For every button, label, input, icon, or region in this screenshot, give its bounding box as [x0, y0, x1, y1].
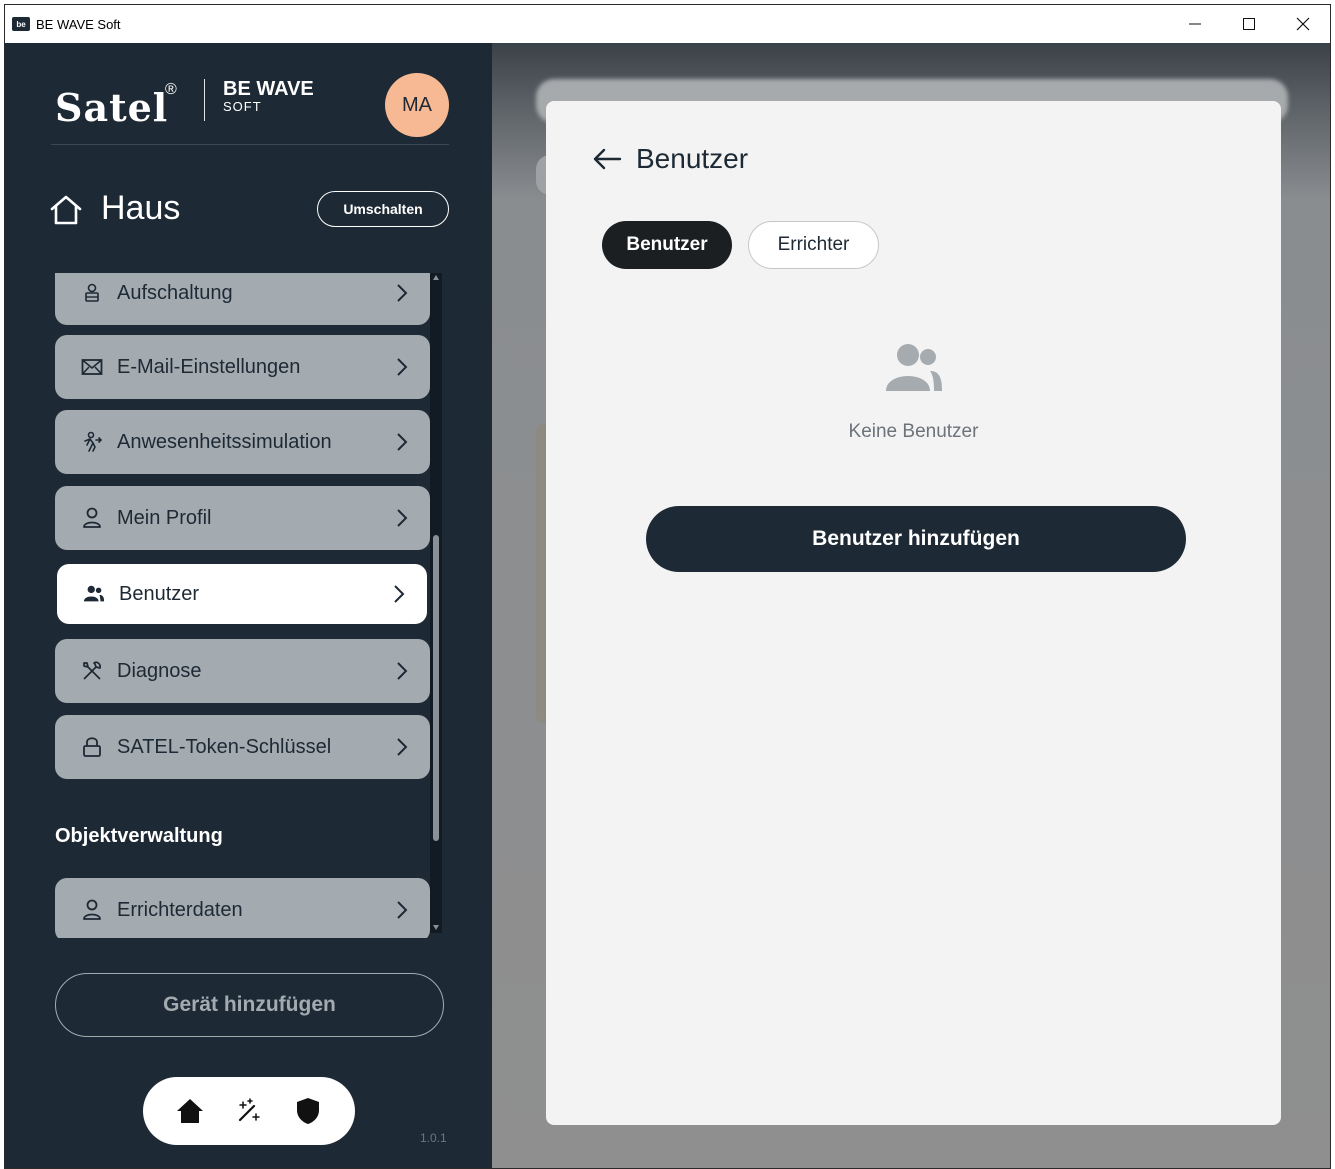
home-title: Haus — [101, 189, 181, 227]
window-title: BE WAVE Soft — [36, 16, 121, 32]
tabs: Benutzer Errichter — [602, 221, 879, 269]
home-icon — [177, 1099, 204, 1123]
menu-item-label: E-Mail-Einstellungen — [117, 355, 301, 378]
menu-item-benutzer[interactable]: Benutzer — [57, 564, 427, 624]
menu-item-label: Mein Profil — [117, 506, 212, 529]
satel-logo: Satel — [55, 85, 169, 130]
shield-icon — [296, 1098, 319, 1124]
menu-item-label: Diagnose — [117, 659, 202, 682]
menu-item-label: Anwesenheitssimulation — [117, 430, 332, 453]
mail-icon — [81, 356, 103, 378]
panel-title: Benutzer — [636, 143, 749, 174]
nav-scenes-button[interactable] — [232, 1094, 266, 1128]
panel-header: Benutzer — [590, 141, 748, 177]
tab-errichter[interactable]: Errichter — [748, 221, 879, 269]
scroll-up-arrow[interactable] — [433, 275, 439, 280]
nav-home-button[interactable] — [173, 1094, 207, 1128]
product-name: BE WAVE — [223, 78, 314, 100]
title-bar: be BE WAVE Soft — [5, 5, 1330, 43]
users-panel: Benutzer Benutzer Errichter Keine Benutz… — [546, 101, 1281, 1125]
bottom-nav — [143, 1077, 355, 1145]
section-label: Objektverwaltung — [55, 825, 223, 847]
menu-item-label: Errichterdaten — [117, 898, 243, 921]
window-controls — [1168, 5, 1330, 43]
version-label: 1.0.1 — [420, 1131, 447, 1145]
close-button[interactable] — [1276, 5, 1330, 43]
home-header: Haus Umschalten — [49, 183, 449, 237]
menu-item-errichterdaten[interactable]: Errichterdaten — [55, 878, 430, 938]
menu-item-aufschaltung[interactable]: Aufschaltung — [55, 273, 430, 325]
menu-item-label: Aufschaltung — [117, 281, 233, 304]
users-icon — [83, 583, 105, 605]
menu-list[interactable]: Aufschaltung E-Mail-Einstellungen Anwese… — [5, 273, 492, 938]
brand-header: Satel ® BE WAVE SOFT MA — [51, 73, 449, 137]
chevron-right-icon — [394, 585, 405, 603]
scroll-down-arrow[interactable] — [433, 925, 439, 930]
profile-icon — [81, 507, 103, 529]
monitoring-icon — [81, 282, 103, 304]
chevron-right-icon — [397, 738, 408, 756]
arrow-left-icon[interactable] — [590, 142, 624, 176]
brand-divider — [204, 79, 205, 121]
menu-item-satel-token[interactable]: SATEL-Token-Schlüssel — [55, 715, 430, 779]
minimize-icon — [1189, 23, 1201, 25]
chevron-right-icon — [397, 901, 408, 919]
avatar[interactable]: MA — [385, 73, 449, 137]
chevron-right-icon — [397, 284, 408, 302]
presence-icon — [81, 431, 103, 453]
chevron-right-icon — [397, 509, 408, 527]
add-user-button[interactable]: Benutzer hinzufügen — [646, 506, 1186, 572]
add-device-button[interactable]: Gerät hinzufügen — [55, 973, 444, 1037]
chevron-right-icon — [397, 662, 408, 680]
menu-item-label: SATEL-Token-Schlüssel — [117, 735, 332, 758]
maximize-button[interactable] — [1222, 5, 1276, 43]
chevron-right-icon — [397, 358, 408, 376]
scrollbar-thumb[interactable] — [433, 535, 439, 841]
menu-item-label: Benutzer — [119, 582, 200, 605]
app-icon: be — [12, 17, 30, 31]
menu-item-anwesenheitssimulation[interactable]: Anwesenheitssimulation — [55, 410, 430, 474]
divider — [51, 144, 449, 145]
satel-registered-mark: ® — [165, 81, 177, 98]
product-sub: SOFT — [223, 99, 262, 114]
home-outline-icon — [50, 195, 82, 225]
magic-wand-icon — [238, 1098, 260, 1122]
empty-state-text: Keine Benutzer — [848, 421, 979, 442]
menu-item-mein-profil[interactable]: Mein Profil — [55, 486, 430, 550]
menu-item-diagnose[interactable]: Diagnose — [55, 639, 430, 703]
profile-icon — [81, 899, 103, 921]
tab-benutzer[interactable]: Benutzer — [602, 221, 732, 269]
switch-button[interactable]: Umschalten — [317, 191, 449, 227]
sidebar: Satel ® BE WAVE SOFT MA Haus Umschalten … — [5, 43, 492, 1168]
nav-security-button[interactable] — [291, 1094, 325, 1128]
lock-icon — [81, 736, 103, 758]
minimize-button[interactable] — [1168, 5, 1222, 43]
close-icon — [1296, 17, 1310, 31]
chevron-right-icon — [397, 433, 408, 451]
maximize-icon — [1243, 18, 1255, 30]
app-window: be BE WAVE Soft Satel ® BE WAVE SOFT MA — [4, 4, 1331, 1169]
tools-icon — [81, 660, 103, 682]
users-icon — [886, 344, 942, 391]
menu-item-email[interactable]: E-Mail-Einstellungen — [55, 335, 430, 399]
